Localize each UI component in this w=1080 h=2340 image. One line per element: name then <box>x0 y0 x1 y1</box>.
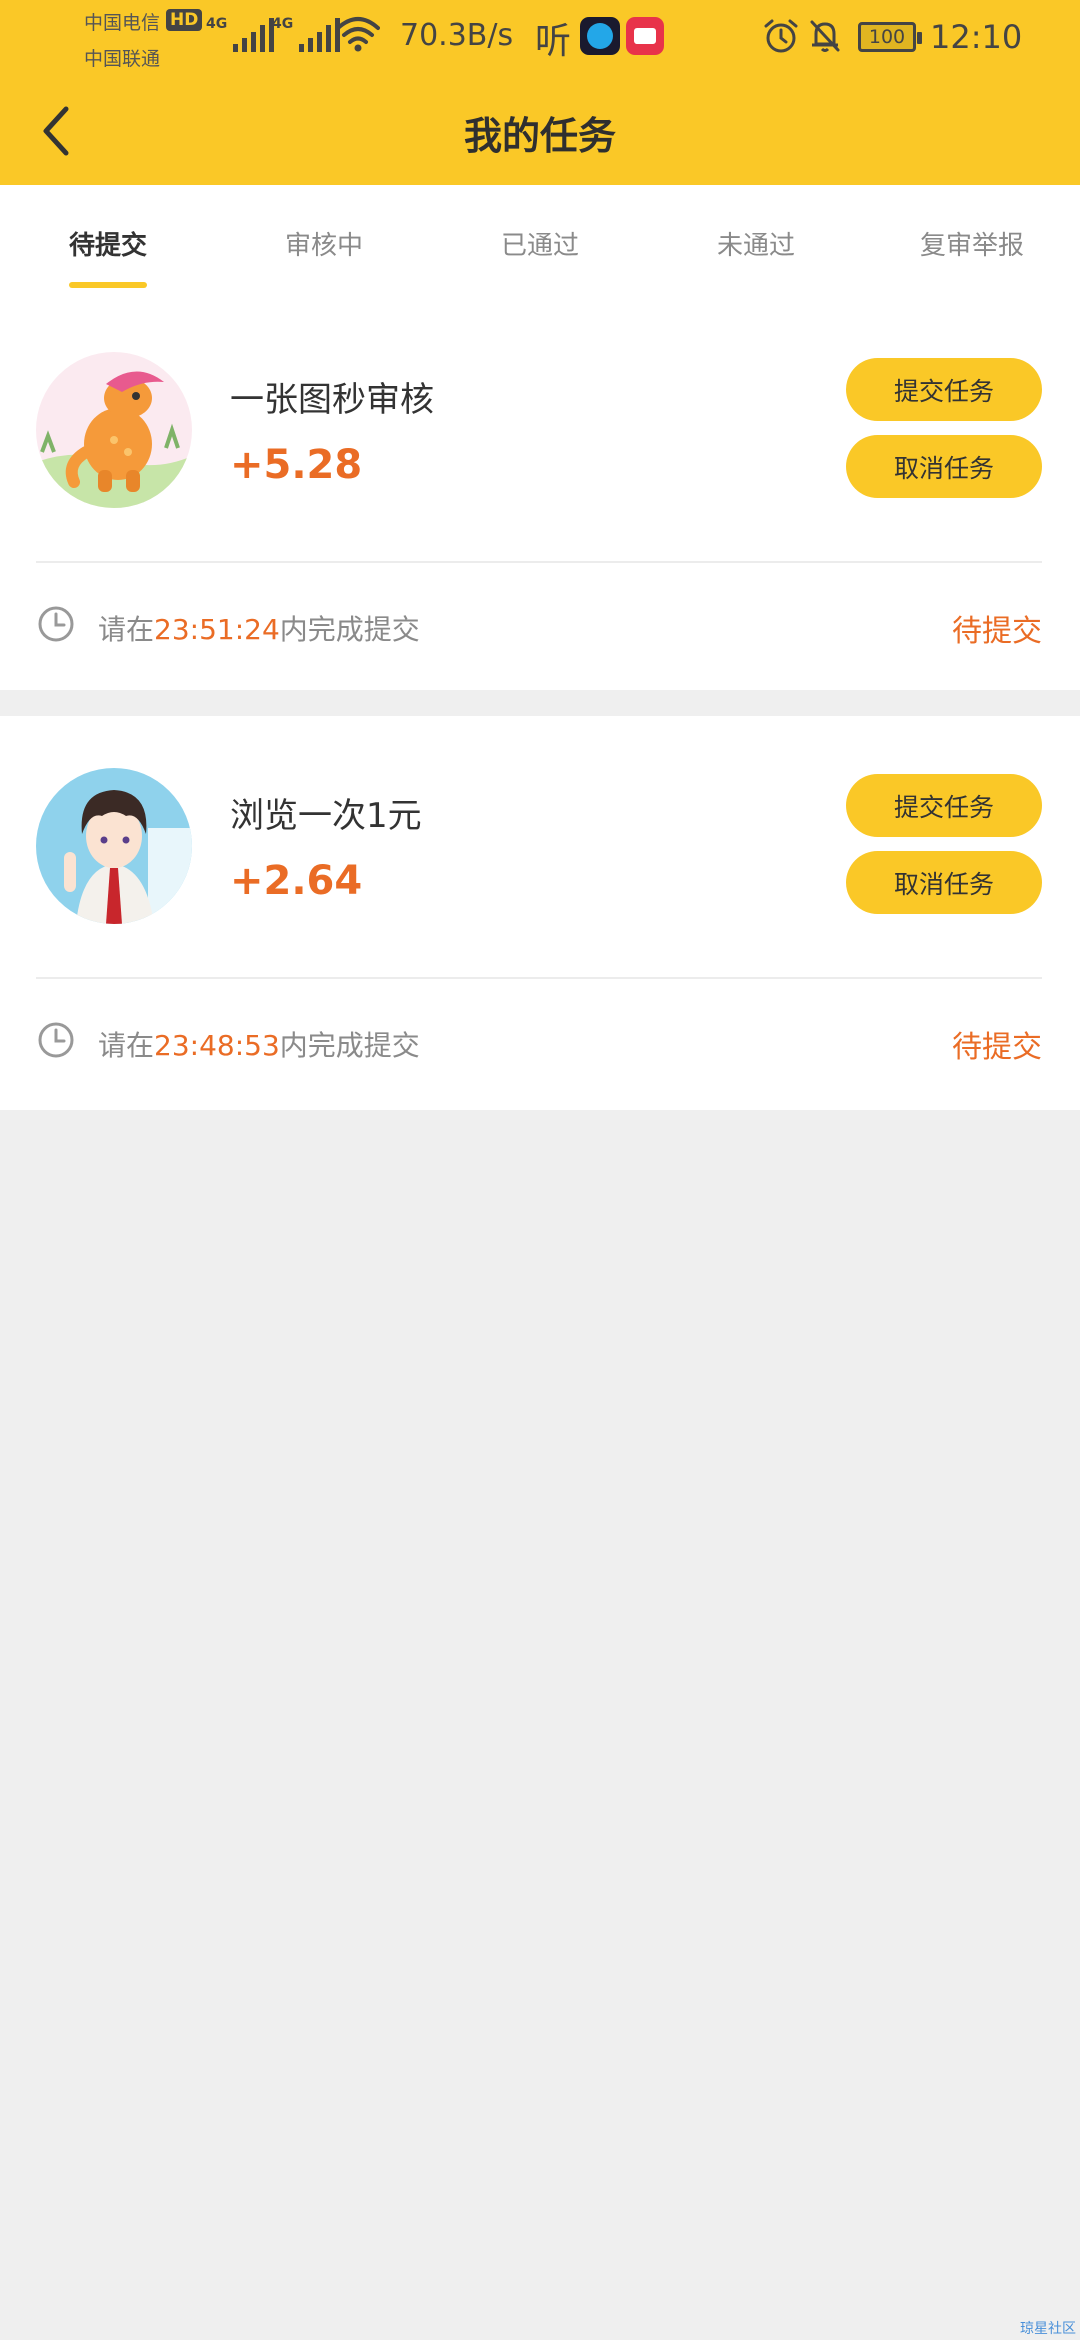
hd-voice-badge: HD <box>166 9 203 31</box>
navigation-bar: 我的任务 <box>0 75 1080 185</box>
tab-pending-submit[interactable]: 待提交 <box>18 225 198 262</box>
task-avatar <box>36 352 192 508</box>
alarm-icon <box>764 19 798 53</box>
tab-rejected[interactable]: 未通过 <box>666 225 846 262</box>
network-type-label: 4G <box>206 16 228 32</box>
clock-icon <box>38 606 74 642</box>
tab-under-review[interactable]: 审核中 <box>234 225 414 262</box>
task-title: 一张图秒审核 <box>230 380 434 420</box>
task-status-tabs: 待提交 审核中 已通过 未通过 复审举报 <box>0 185 1080 300</box>
page-title: 我的任务 <box>463 114 616 158</box>
carrier-name-primary: 中国电信 <box>84 12 161 34</box>
network-type-label: 4G <box>272 16 294 32</box>
dinosaur-avatar-image <box>36 352 192 508</box>
listen-app-icon: 听 <box>535 21 572 62</box>
status-bar: 中国电信 中国联通 HD 4G 4G 70.3B/s 听 100 12:10 <box>0 0 1080 75</box>
submit-task-button[interactable]: 提交任务 <box>846 774 1042 837</box>
submit-task-button[interactable]: 提交任务 <box>846 358 1042 421</box>
status-clock: 12:10 <box>930 18 1023 56</box>
network-speed: 70.3B/s <box>400 18 514 53</box>
task-avatar <box>36 768 192 924</box>
carrier-name-secondary: 中国联通 <box>84 48 161 70</box>
deadline-prefix: 请在 <box>98 613 155 646</box>
clock-icon <box>38 1022 74 1058</box>
cancel-task-button[interactable]: 取消任务 <box>846 435 1042 498</box>
anime-boy-avatar-image <box>36 768 192 924</box>
cellular-signal-icon: 4G <box>272 16 341 52</box>
task-title: 浏览一次1元 <box>230 796 422 836</box>
cancel-task-button[interactable]: 取消任务 <box>846 851 1042 914</box>
divider <box>36 977 1042 979</box>
task-reward: +2.64 <box>230 858 363 904</box>
battery-icon: 100 <box>858 22 922 52</box>
app-notification-icon <box>580 17 620 55</box>
task-status-label: 待提交 <box>952 1030 1042 1065</box>
deadline-text: 请在23:51:24内完成提交 <box>98 608 420 648</box>
mute-bell-icon <box>810 20 840 52</box>
app-notification-icon <box>626 17 664 55</box>
task-reward: +5.28 <box>230 442 363 488</box>
active-tab-indicator <box>69 282 147 288</box>
battery-level: 100 <box>868 26 906 48</box>
task-card[interactable]: 浏览一次1元 +2.64 提交任务 取消任务 请在23:48:53内完成提交 待… <box>0 716 1080 1110</box>
task-status-label: 待提交 <box>952 614 1042 649</box>
deadline-suffix: 内完成提交 <box>279 613 420 646</box>
watermark: 琼星社区 <box>1020 2321 1076 2337</box>
deadline-suffix: 内完成提交 <box>279 1029 420 1062</box>
tab-approved[interactable]: 已通过 <box>450 225 630 262</box>
divider <box>36 561 1042 563</box>
task-card[interactable]: 一张图秒审核 +5.28 提交任务 取消任务 请在23:51:24内完成提交 待… <box>0 300 1080 690</box>
deadline-countdown: 23:51:24 <box>154 613 280 646</box>
tab-appeal-report[interactable]: 复审举报 <box>882 225 1062 262</box>
deadline-text: 请在23:48:53内完成提交 <box>98 1024 420 1064</box>
cellular-signal-icon: 4G <box>206 16 275 52</box>
deadline-countdown: 23:48:53 <box>154 1029 280 1062</box>
wifi-icon <box>336 17 380 52</box>
deadline-prefix: 请在 <box>98 1029 155 1062</box>
